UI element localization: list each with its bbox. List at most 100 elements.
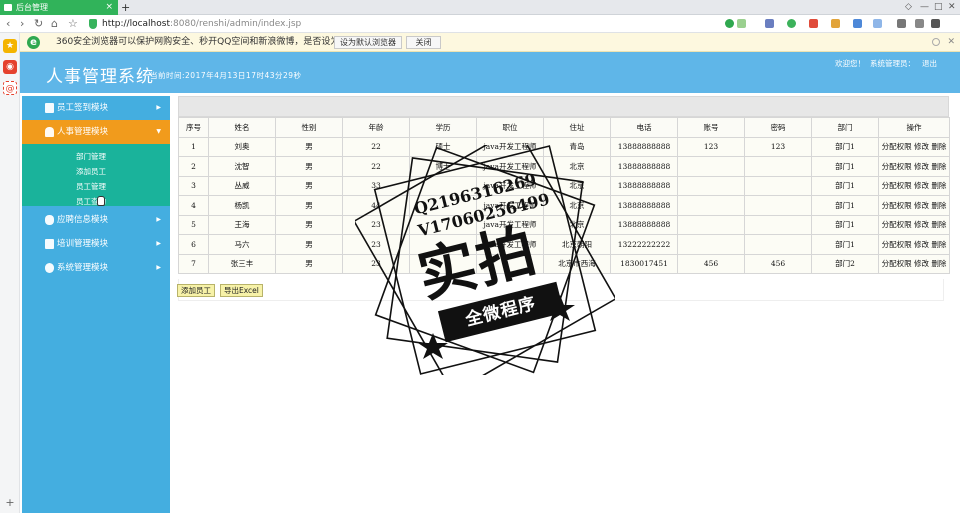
home-icon[interactable]: ⌂ — [51, 15, 58, 33]
infobar-dismiss-icon[interactable]: ✕ — [947, 33, 955, 52]
forward-icon[interactable]: › — [20, 15, 24, 33]
column-header: 职位 — [476, 117, 544, 138]
table-cell — [677, 156, 745, 177]
close-tab-icon[interactable]: × — [105, 0, 113, 15]
row-actions-cell[interactable]: 分配权限 修改 删除 — [878, 234, 950, 255]
maximize-icon[interactable]: □ — [934, 0, 943, 15]
favorite-star-icon[interactable]: ☆ — [68, 15, 78, 33]
sidebar-item-recruitment[interactable]: 应聘信息模块 ▶ — [22, 208, 170, 232]
shirt-skin-icon[interactable]: ◇ — [905, 0, 912, 15]
table-cell — [677, 175, 745, 196]
column-header: 序号 — [178, 117, 209, 138]
table-cell: 部门1 — [811, 156, 879, 177]
window-close-icon[interactable]: ✕ — [948, 0, 956, 15]
table-cell: 部门1 — [811, 195, 879, 216]
table-cell: 123 — [677, 136, 745, 157]
translate-icon[interactable] — [853, 19, 862, 28]
infobar-close-button[interactable]: 关闭 — [406, 36, 441, 49]
infobar-settings-icon[interactable] — [932, 38, 940, 46]
sidebar-item-system[interactable]: 系统管理模块 ▶ — [22, 256, 170, 280]
minimize-icon[interactable]: — — [920, 0, 929, 15]
refresh-icon[interactable]: ↻ — [34, 15, 43, 33]
submenu-item-add-employee[interactable]: 添加员工 — [76, 166, 106, 177]
tab-title: 后台管理 — [16, 3, 48, 12]
submenu-item-manage-employees[interactable]: 员工管理 — [76, 181, 106, 192]
table-cell — [677, 234, 745, 255]
table-cell: 男 — [275, 136, 343, 157]
device-icon[interactable] — [915, 19, 924, 28]
row-actions-cell[interactable]: 分配权限 修改 删除 — [878, 175, 950, 196]
row-actions-cell[interactable]: 分配权限 修改 删除 — [878, 253, 950, 274]
safe-icon[interactable] — [787, 19, 796, 28]
default-browser-infobar: e 360安全浏览器可以保护网购安全、秒开QQ空间和新浪微博，是否设为默认？ 设… — [20, 33, 960, 52]
column-header: 部门 — [811, 117, 879, 138]
undo-icon[interactable] — [897, 19, 906, 28]
weibo-icon[interactable]: ◉ — [3, 60, 17, 74]
table-toolbar — [178, 96, 949, 117]
database-icon — [45, 215, 54, 225]
table-cell: 部门1 — [811, 214, 879, 235]
url-host: http://localhost — [102, 19, 170, 29]
table-cell: 1 — [178, 136, 209, 157]
table-cell: 5 — [178, 214, 209, 235]
table-cell — [677, 195, 745, 216]
sidebar-item-label: 系统管理模块 — [57, 263, 109, 273]
table-cell: 男 — [275, 195, 343, 216]
browser-tab[interactable]: 后台管理 × — [0, 0, 118, 15]
table-cell: 沈智 — [208, 156, 276, 177]
new-tab-icon[interactable]: + — [121, 0, 130, 15]
row-actions-cell[interactable]: 分配权限 修改 删除 — [878, 195, 950, 216]
table-cell: 13888888888 — [610, 175, 678, 196]
book-icon — [45, 239, 54, 249]
row-actions-cell[interactable]: 分配权限 修改 删除 — [878, 156, 950, 177]
column-header: 学历 — [409, 117, 477, 138]
add-employee-button[interactable]: 添加员工 — [177, 284, 215, 297]
table-cell: 张三丰 — [208, 253, 276, 274]
sidebar-item-checkin[interactable]: 员工签到模块 ▶ — [22, 96, 170, 120]
book-icon — [45, 103, 54, 113]
table-cell: 部门2 — [811, 253, 879, 274]
row-actions-cell[interactable]: 分配权限 修改 删除 — [878, 214, 950, 235]
at-icon[interactable]: @ — [3, 81, 17, 95]
apps-icon[interactable] — [765, 19, 774, 28]
table-cell: 马六 — [208, 234, 276, 255]
table-cell: 刘奥 — [208, 136, 276, 157]
sidebar-item-training[interactable]: 培训管理模块 ▶ — [22, 232, 170, 256]
sidebar-item-label: 员工签到模块 — [57, 103, 109, 113]
table-cell: 6 — [178, 234, 209, 255]
app-title: 人事管理系统 — [46, 67, 154, 87]
mail-icon[interactable] — [809, 19, 818, 28]
table-cell: 男 — [275, 156, 343, 177]
url-field[interactable]: http://localhost:8080/renshi/admin/index… — [86, 17, 722, 31]
column-header: 密码 — [744, 117, 812, 138]
logout-link[interactable]: 退出 — [922, 58, 937, 69]
sidebar: 员工签到模块 ▶ 人事管理模块 ▼ 部门管理 添加员工 员工管理 员工查询 应聘… — [22, 96, 170, 513]
add-sidebar-icon[interactable]: + — [3, 496, 17, 510]
menu-icon[interactable] — [931, 19, 940, 28]
sidebar-item-hr[interactable]: 人事管理模块 ▼ — [22, 120, 170, 144]
chevron-right-icon: ▶ — [156, 264, 161, 271]
speed-icon[interactable] — [725, 19, 734, 28]
table-cell: 男 — [275, 175, 343, 196]
table-cell — [744, 175, 812, 196]
browser-tab-bar: 后台管理 × + ◇ — □ ✕ — [0, 0, 960, 15]
export-excel-button[interactable]: 导出Excel — [220, 284, 263, 297]
table-cell: 13888888888 — [610, 136, 678, 157]
table-cell — [744, 156, 812, 177]
table-header-row: 序号 姓名 性别 年龄 学历 职位 住址 电话 账号 密码 部门 操作 — [178, 117, 950, 138]
set-default-button[interactable]: 设为默认浏览器 — [334, 36, 402, 49]
table-cell: 13888888888 — [610, 195, 678, 216]
compat-icon[interactable] — [737, 19, 746, 28]
submenu-item-departments[interactable]: 部门管理 — [76, 151, 106, 162]
screenshot-icon[interactable] — [831, 19, 840, 28]
sidebar-item-label: 人事管理模块 — [57, 127, 109, 137]
back-icon[interactable]: ‹ — [6, 15, 10, 33]
row-actions-cell[interactable]: 分配权限 修改 删除 — [878, 136, 950, 157]
table-cell: 13888888888 — [610, 156, 678, 177]
table-cell: 2 — [178, 156, 209, 177]
zoom-icon[interactable] — [873, 19, 882, 28]
column-header: 电话 — [610, 117, 678, 138]
user-label: 系统管理员： — [870, 59, 915, 68]
table-cell: 王海 — [208, 214, 276, 235]
favorites-star-icon[interactable]: ★ — [3, 39, 17, 53]
